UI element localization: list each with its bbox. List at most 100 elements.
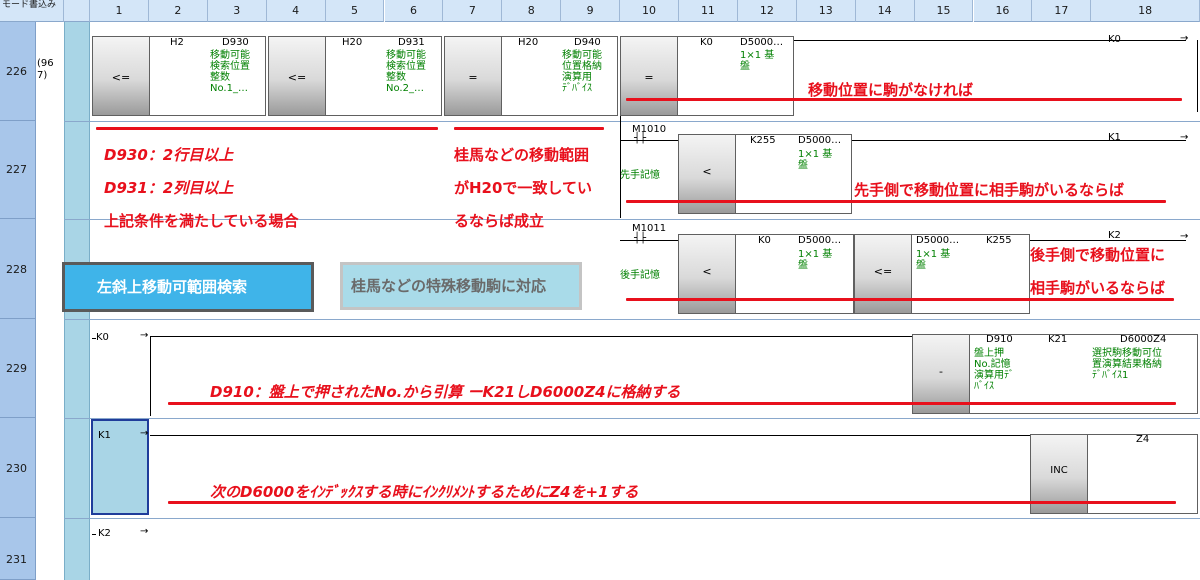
compare-instruction-3[interactable]: =: [444, 36, 502, 116]
jump-arrow: →: [1180, 231, 1189, 242]
device-h20b: H20: [518, 37, 539, 48]
operand-box-6[interactable]: [736, 234, 854, 314]
column-header-3[interactable]: 3: [207, 0, 267, 22]
label-tick: [92, 534, 96, 535]
comment-d930: 移動可能 検索位置 整数 No.1_…: [210, 50, 250, 94]
jump-arrow: →: [1180, 33, 1189, 44]
row-number-227[interactable]: 227: [0, 121, 36, 219]
annotation-d910: D910：盤上で押されたNo.から引算 ーK21しD6000Z4に格納する: [210, 383, 681, 401]
annotation-gote-1: 後手側で移動位置に: [1030, 246, 1166, 264]
column-header-8[interactable]: 8: [502, 0, 562, 22]
column-header-9[interactable]: 9: [561, 0, 621, 22]
column-header-rail: [64, 0, 90, 22]
device-d940: D940: [574, 37, 601, 48]
row-divider: [64, 418, 1200, 419]
annotation-gote-2: 相手駒がいるならば: [1030, 279, 1166, 297]
annotation-keima-3: るならば成立: [454, 212, 545, 230]
wire: [794, 40, 1186, 41]
column-header-1[interactable]: 1: [90, 0, 149, 22]
annotation-underline: [454, 127, 604, 130]
annotation-sente: 先手側で移動位置に相手駒がいるならば: [854, 181, 1125, 199]
contact-comment-m1010: 先手記憶: [620, 170, 660, 181]
device-d5000c: D5000…: [798, 235, 842, 246]
annotation-inc: 次のD6000をｲﾝﾃﾞｯｸｽする時にｲﾝｸﾘﾒﾝﾄするためにZ4を+1する: [210, 483, 639, 501]
column-header-15[interactable]: 15: [914, 0, 974, 22]
wire: [150, 435, 1030, 436]
device-d931: D931: [398, 37, 425, 48]
operand-box-7[interactable]: [912, 234, 1030, 314]
column-header-10[interactable]: 10: [620, 0, 679, 22]
row-divider: [64, 121, 1200, 122]
label-tick: [92, 338, 96, 339]
annotation-underline: [168, 501, 1176, 504]
operand-box-4[interactable]: [678, 36, 794, 116]
row-number-231[interactable]: 231: [0, 518, 36, 580]
column-header-13[interactable]: 13: [796, 0, 856, 22]
column-header-4[interactable]: 4: [266, 0, 326, 22]
step-number: (96 7): [37, 58, 54, 81]
device-d930: D930: [222, 37, 249, 48]
annotation-d930: D930：2行目以上: [104, 146, 234, 164]
annotation-keima-1: 桂馬などの移動範囲: [454, 146, 590, 164]
annotation-condition: 上記条件を満たしている場合: [104, 212, 299, 230]
column-header-6[interactable]: 6: [384, 0, 444, 22]
compare-instruction-4[interactable]: =: [620, 36, 678, 116]
contact-comment-m1011: 後手記憶: [620, 270, 660, 281]
device-d910: D910: [986, 334, 1013, 345]
column-header-2[interactable]: 2: [148, 0, 208, 22]
annotation-no-piece: 移動位置に駒がなければ: [808, 81, 974, 99]
column-header-11[interactable]: 11: [679, 0, 738, 22]
compare-instruction-6[interactable]: <: [678, 234, 736, 314]
compare-instruction-1[interactable]: <=: [92, 36, 150, 116]
row-divider: [64, 518, 1200, 519]
branch-wire: [620, 140, 678, 141]
label-k1: K1: [98, 430, 111, 441]
column-header-14[interactable]: 14: [855, 0, 915, 22]
column-header-17[interactable]: 17: [1032, 0, 1092, 22]
annotation-underline: [168, 402, 1176, 405]
comment-d5000c: 1×1 基 盤: [798, 249, 833, 271]
device-k21: K21: [1048, 334, 1068, 345]
device-d5000d: D5000…: [916, 235, 960, 246]
wire: [150, 336, 912, 337]
comment-d5000d: 1×1 基 盤: [916, 249, 951, 271]
column-header-18[interactable]: 18: [1091, 0, 1200, 22]
label-k0: K0: [96, 332, 109, 343]
contact-symbol: ┤├: [634, 233, 647, 244]
wire-vertical: [150, 336, 151, 416]
jump-label-k0: K0: [1108, 34, 1121, 45]
jump-label-k1: K1: [1108, 132, 1121, 143]
device-h2: H2: [170, 37, 184, 48]
column-header-5[interactable]: 5: [325, 0, 385, 22]
annotation-keima-2: がH20で一致してい: [454, 179, 592, 197]
annotation-underline: [96, 127, 438, 130]
comment-d6000z4: 選択駒移動可位 置演算結果格納 ﾃﾞﾊﾞｲｽ1: [1092, 348, 1162, 381]
branch-vertical: [620, 116, 621, 218]
column-header-12[interactable]: 12: [737, 0, 797, 22]
branch-wire: [620, 240, 678, 241]
button-diagonal-search[interactable]: 左斜上移動可範囲検索: [62, 262, 314, 312]
corner-label: モード書込み: [2, 0, 57, 10]
comment-d910: 盤上押 No.記憶 演算用ﾃﾞ ﾊﾞｲｽ: [974, 348, 1014, 392]
comment-d5000: 1×1 基 盤: [740, 50, 775, 72]
label-arrow: →: [140, 330, 149, 341]
button-special-move[interactable]: 桂馬などの特殊移動駒に対応: [340, 262, 582, 310]
device-k255: K255: [750, 135, 776, 146]
column-header-16[interactable]: 16: [973, 0, 1033, 22]
device-k255b: K255: [986, 235, 1012, 246]
row-number-228[interactable]: 228: [0, 219, 36, 319]
comment-d931: 移動可能 検索位置 整数 No.2_…: [386, 50, 426, 94]
annotation-underline: [626, 200, 1166, 203]
compare-instruction-7[interactable]: <=: [854, 234, 912, 314]
column-header-7[interactable]: 7: [443, 0, 503, 22]
wire: [852, 140, 1186, 141]
row-number-229[interactable]: 229: [0, 319, 36, 418]
device-d6000z4: D6000Z4: [1120, 334, 1167, 345]
row-number-230[interactable]: 230: [0, 418, 36, 518]
comment-d940: 移動可能 位置格納 演算用 ﾃﾞﾊﾞｲｽ: [562, 50, 602, 94]
row-number-226[interactable]: 226: [0, 22, 36, 121]
compare-instruction-2[interactable]: <=: [268, 36, 326, 116]
jump-label-k2: K2: [1108, 230, 1121, 241]
label-arrow: →: [140, 428, 149, 439]
device-k0: K0: [700, 37, 713, 48]
